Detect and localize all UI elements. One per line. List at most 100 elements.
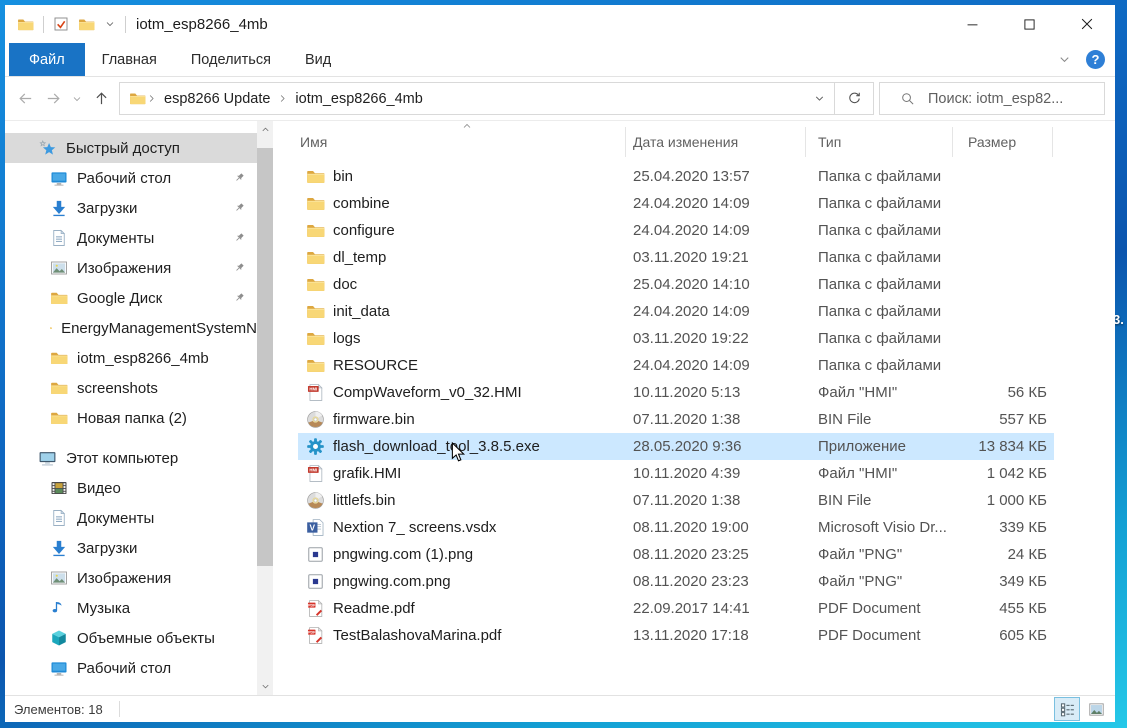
file-size: 1 000 КБ (952, 492, 1052, 509)
file-row[interactable]: Readme.pdf 22.09.2017 14:41 PDF Document… (298, 595, 1054, 622)
sidebar-item[interactable]: Музыка (5, 593, 257, 623)
column-divider[interactable] (805, 127, 806, 157)
help-button[interactable]: ? (1086, 50, 1105, 69)
back-button[interactable] (11, 83, 39, 115)
ribbon-tab-home[interactable]: Главная (85, 43, 174, 76)
sidebar-item-label: screenshots (77, 380, 158, 397)
sidebar-item-label: Загрузки (77, 540, 137, 557)
file-row[interactable]: littlefs.bin 07.11.2020 1:38 BIN File 1 … (298, 487, 1054, 514)
ribbon-tab-share[interactable]: Поделиться (174, 43, 288, 76)
column-divider[interactable] (625, 127, 626, 157)
scrollbar-thumb[interactable] (257, 148, 273, 566)
file-row[interactable]: init_data 24.04.2020 14:09 Папка с файла… (298, 298, 1054, 325)
window-controls (944, 5, 1115, 43)
file-date: 10.11.2020 5:13 (625, 384, 805, 401)
ribbon-tab-view[interactable]: Вид (288, 43, 348, 76)
column-header-1[interactable]: Дата изменения (625, 134, 805, 150)
sidebar-item[interactable]: EnergyManagementSystemN (5, 313, 257, 343)
file-type: Папка с файлами (805, 195, 952, 212)
separator (43, 16, 44, 33)
sidebar-item[interactable]: Объемные объекты (5, 623, 257, 653)
sidebar-item[interactable]: Google Диск (5, 283, 257, 313)
maximize-button[interactable] (1001, 5, 1058, 43)
file-row[interactable]: pngwing.com.png 08.11.2020 23:23 Файл "P… (298, 568, 1054, 595)
ribbon-collapse-chevron-icon[interactable] (1057, 52, 1072, 67)
qat-customize-caret-icon[interactable] (104, 18, 116, 30)
sidebar-item[interactable]: Документы (5, 223, 257, 253)
column-divider[interactable] (952, 127, 953, 157)
file-type: Папка с файлами (805, 168, 952, 185)
column-header-3[interactable]: Размер (952, 134, 1052, 150)
forward-button[interactable] (39, 83, 67, 115)
folder-file-icon (306, 329, 325, 348)
file-row[interactable]: CompWaveform_v0_32.HMI 10.11.2020 5:13 Ф… (298, 379, 1054, 406)
folder-icon (50, 289, 68, 307)
file-size: 339 КБ (952, 519, 1052, 536)
file-row[interactable]: dl_temp 03.11.2020 19:21 Папка с файлами (298, 244, 1054, 271)
sidebar-section-label: Быстрый доступ (66, 140, 180, 157)
sidebar-item[interactable]: Рабочий стол (5, 163, 257, 193)
file-row[interactable]: doc 25.04.2020 14:10 Папка с файлами (298, 271, 1054, 298)
folder-icon (50, 379, 68, 397)
sidebar-item[interactable]: Загрузки (5, 533, 257, 563)
navigation-pane: Быстрый доступ Рабочий стол Загрузки Док… (5, 121, 257, 695)
file-row[interactable]: TestBalashovaMarina.pdf 13.11.2020 17:18… (298, 622, 1054, 649)
file-name: flash_download_tool_3.8.5.exe (333, 438, 540, 455)
sidebar-item[interactable]: Рабочий стол (5, 653, 257, 683)
sidebar-section-this-pc[interactable]: Этот компьютер (5, 443, 257, 473)
breadcrumb-segment[interactable]: iotm_esp8266_4mb (288, 91, 429, 107)
sidebar-item[interactable]: Изображения (5, 563, 257, 593)
breadcrumb-segment[interactable]: esp8266 Update (157, 91, 277, 107)
file-date: 07.11.2020 1:38 (625, 492, 805, 509)
column-divider[interactable] (1052, 127, 1053, 157)
file-type: PDF Document (805, 627, 952, 644)
folder-file-icon (306, 221, 325, 240)
file-row[interactable]: flash_download_tool_3.8.5.exe 28.05.2020… (298, 433, 1054, 460)
file-row[interactable]: firmware.bin 07.11.2020 1:38 BIN File 55… (298, 406, 1054, 433)
search-input[interactable]: Поиск: iotm_esp82... (879, 82, 1105, 115)
file-row[interactable]: bin 25.04.2020 13:57 Папка с файлами (298, 163, 1054, 190)
file-row[interactable]: pngwing.com (1).png 08.11.2020 23:25 Фай… (298, 541, 1054, 568)
document-icon (50, 229, 68, 247)
checkmark-icon[interactable] (53, 16, 69, 32)
recent-locations-button[interactable] (67, 83, 87, 115)
column-header-2[interactable]: Тип (805, 134, 952, 150)
status-bar: Элементов: 18 (5, 695, 1115, 722)
hmi-file-icon (306, 383, 325, 402)
file-row[interactable]: RESOURCE 24.04.2020 14:09 Папка с файлам… (298, 352, 1054, 379)
file-row[interactable]: combine 24.04.2020 14:09 Папка с файлами (298, 190, 1054, 217)
sidebar-item[interactable]: Новая папка (2) (5, 403, 257, 433)
file-type: BIN File (805, 492, 952, 509)
downloads-icon (50, 539, 68, 557)
sidebar-item[interactable]: Изображения (5, 253, 257, 283)
ribbon-tab-file[interactable]: Файл (9, 43, 85, 76)
music-icon (50, 599, 68, 617)
scroll-down-button[interactable] (257, 678, 273, 695)
qat-folder-icon[interactable] (78, 16, 95, 33)
pin-icon (232, 171, 246, 185)
details-view-button[interactable] (1054, 697, 1080, 721)
scroll-up-button[interactable] (257, 121, 273, 138)
file-row[interactable]: grafik.HMI 10.11.2020 4:39 Файл "HMI" 1 … (298, 460, 1054, 487)
sidebar-item[interactable]: Видео (5, 473, 257, 503)
up-button[interactable] (87, 83, 115, 115)
refresh-button[interactable] (835, 82, 874, 115)
sidebar-section-quick-access[interactable]: Быстрый доступ (5, 133, 257, 163)
file-row[interactable]: configure 24.04.2020 14:09 Папка с файла… (298, 217, 1054, 244)
disc-file-icon (306, 410, 325, 429)
thumbnails-view-button[interactable] (1083, 697, 1109, 721)
sidebar-item[interactable]: screenshots (5, 373, 257, 403)
minimize-button[interactable] (944, 5, 1001, 43)
file-date: 24.04.2020 14:09 (625, 222, 805, 239)
sidebar-item[interactable]: Загрузки (5, 193, 257, 223)
column-header-0[interactable]: Имя (298, 134, 625, 150)
sidebar-item[interactable]: Документы (5, 503, 257, 533)
address-bar[interactable]: esp8266 Update iotm_esp8266_4mb (119, 82, 835, 115)
sidebar-scrollbar[interactable] (257, 121, 273, 695)
address-dropdown-button[interactable] (804, 83, 834, 114)
chevron-up-icon (260, 124, 271, 135)
sidebar-item[interactable]: iotm_esp8266_4mb (5, 343, 257, 373)
file-row[interactable]: logs 03.11.2020 19:22 Папка с файлами (298, 325, 1054, 352)
close-button[interactable] (1058, 5, 1115, 43)
file-row[interactable]: Nextion 7_ screens.vsdx 08.11.2020 19:00… (298, 514, 1054, 541)
